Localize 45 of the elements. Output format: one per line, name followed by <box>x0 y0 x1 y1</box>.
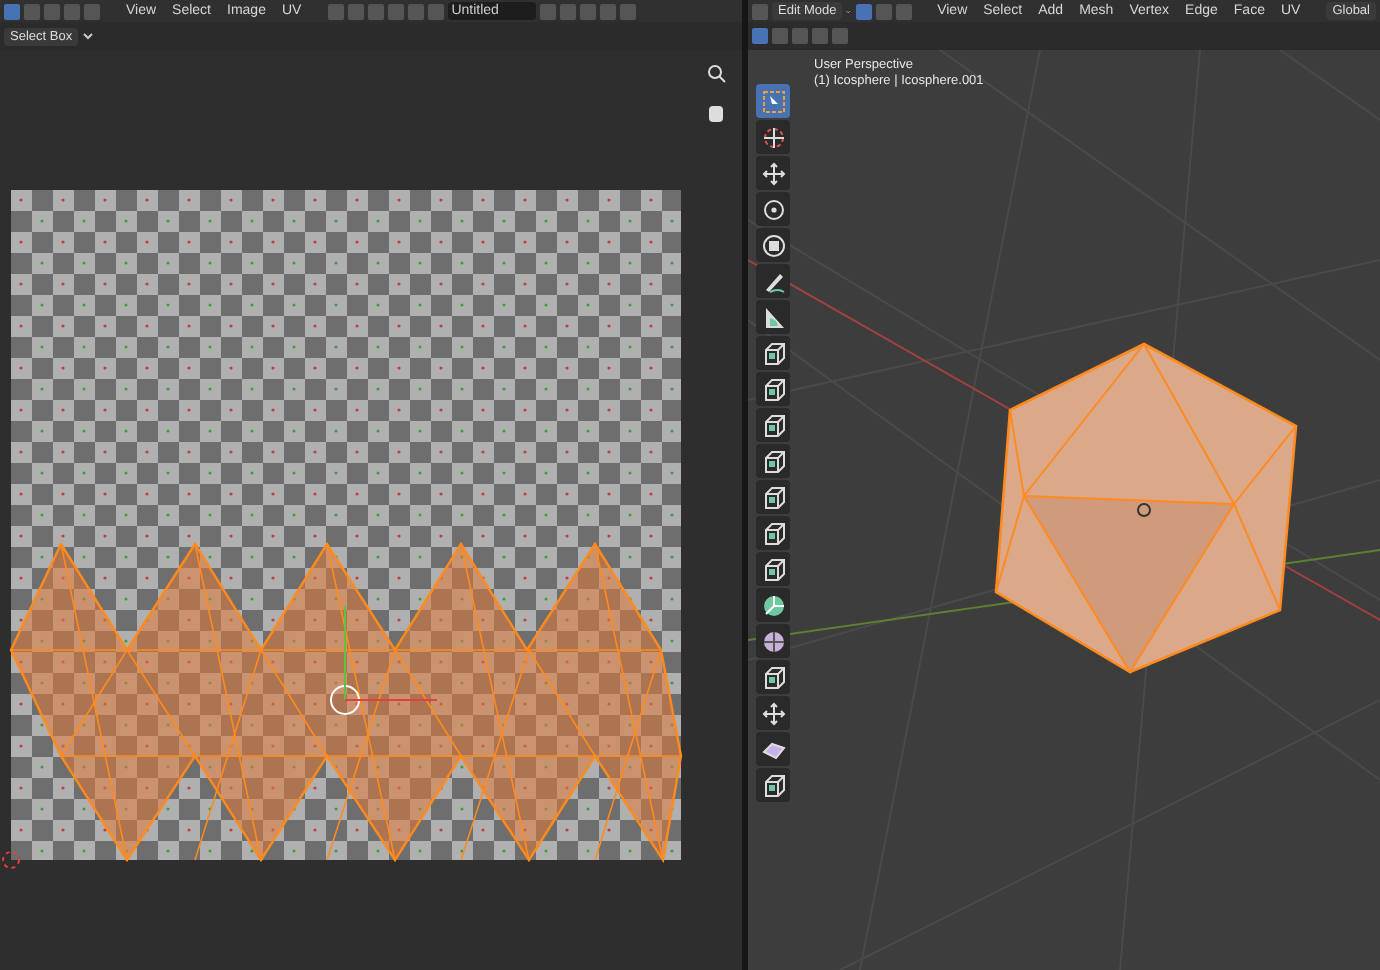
tool-button[interactable] <box>756 444 790 478</box>
tool-button[interactable] <box>756 696 790 730</box>
tool-button[interactable] <box>756 264 790 298</box>
origin-icon <box>2 851 20 869</box>
cube-icon <box>761 485 785 509</box>
tool-button[interactable] <box>756 732 790 766</box>
pencil-icon <box>761 269 785 293</box>
sphere-icon <box>761 629 785 653</box>
rotate-icon <box>761 197 785 221</box>
zoom-icon[interactable] <box>708 65 726 83</box>
tool-button[interactable] <box>756 120 790 154</box>
cube-icon <box>761 665 785 689</box>
tool-button[interactable] <box>756 336 790 370</box>
tool-button[interactable] <box>756 192 790 226</box>
select-box-icon <box>761 89 785 113</box>
move-icon <box>761 701 785 725</box>
tool-button[interactable] <box>756 552 790 586</box>
cube-icon <box>761 341 785 365</box>
cube-icon <box>761 413 785 437</box>
cube-icon <box>761 557 785 581</box>
cube-icon <box>761 377 785 401</box>
ruler-icon <box>761 305 785 329</box>
move-icon <box>761 161 785 185</box>
tool-button[interactable] <box>756 768 790 802</box>
cube-icon <box>761 449 785 473</box>
cube-icon <box>761 521 785 545</box>
tool-button[interactable] <box>756 660 790 694</box>
scale-icon <box>761 233 785 257</box>
tool-button[interactable] <box>756 228 790 262</box>
tool-button[interactable] <box>756 624 790 658</box>
tool-button[interactable] <box>756 300 790 334</box>
tool-button[interactable] <box>756 516 790 550</box>
u-axis-line <box>344 699 438 701</box>
tool-button[interactable] <box>756 372 790 406</box>
caret-icon[interactable] <box>82 32 95 40</box>
spin-icon <box>761 593 785 617</box>
uv-cursor-icon[interactable] <box>330 685 360 715</box>
cursor-icon <box>761 125 785 149</box>
tool-button[interactable] <box>756 156 790 190</box>
tool-button[interactable] <box>756 588 790 622</box>
slab-icon <box>761 737 785 761</box>
tool-button[interactable] <box>756 408 790 442</box>
cube-icon <box>761 773 785 797</box>
tool-button[interactable] <box>756 480 790 514</box>
v-axis-line <box>344 605 346 701</box>
